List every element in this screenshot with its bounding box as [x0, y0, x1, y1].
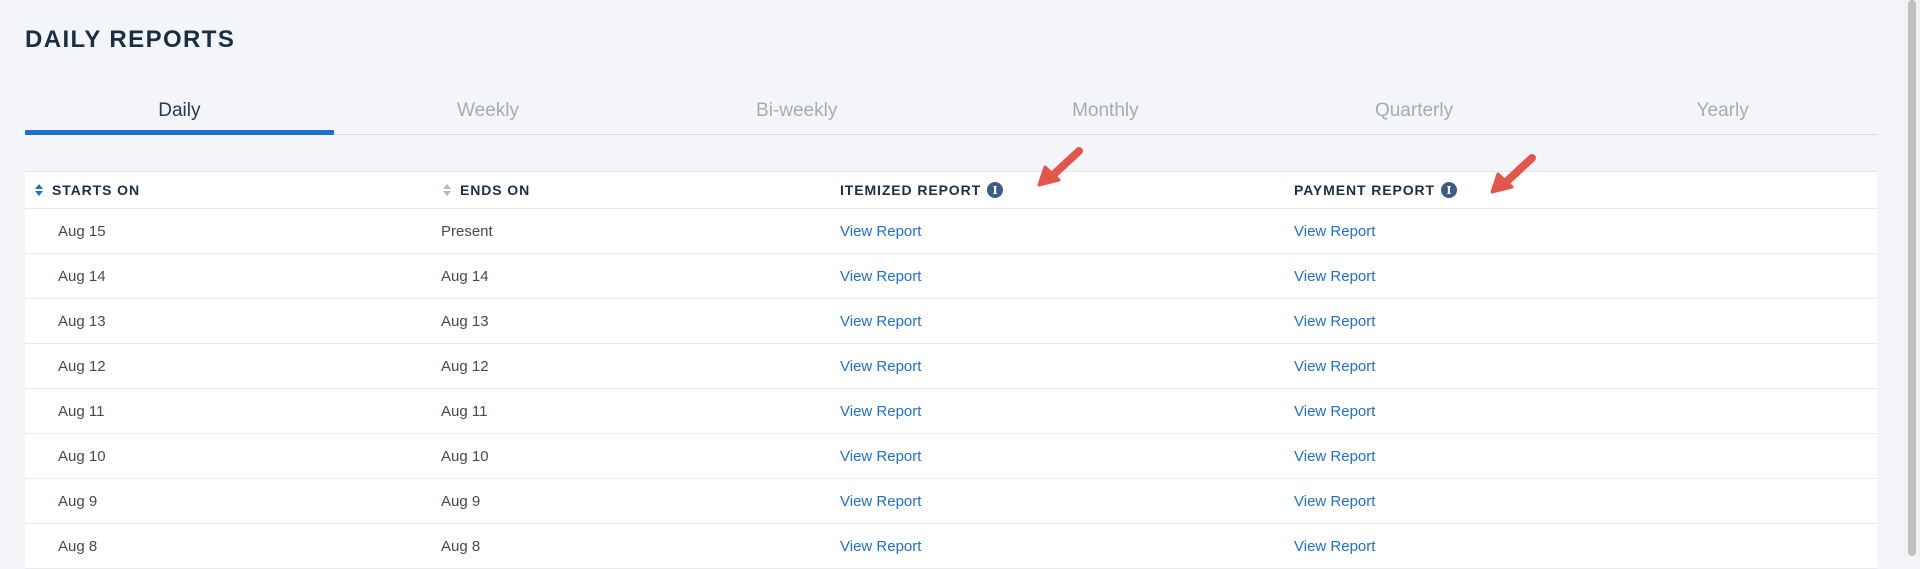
- table-row: Aug 11 Aug 11 View Report View Report: [25, 389, 1877, 434]
- table-row: Aug 15 Present View Report View Report: [25, 209, 1877, 254]
- sort-icon[interactable]: [33, 182, 45, 198]
- starts-on-cell: Aug 14: [58, 267, 106, 285]
- table-row: Aug 9 Aug 9 View Report View Report: [25, 479, 1877, 524]
- ends-on-header-label: ENDS ON: [460, 182, 531, 198]
- itemized-report-header-label: ITEMIZED REPORT: [840, 182, 982, 198]
- starts-on-cell: Aug 13: [58, 312, 106, 330]
- sort-icon[interactable]: [441, 182, 453, 198]
- table-row: Aug 12 Aug 12 View Report View Report: [25, 344, 1877, 389]
- itemized-report-link[interactable]: View Report: [840, 538, 921, 555]
- starts-on-cell: Aug 11: [58, 402, 105, 420]
- info-icon[interactable]: i: [987, 182, 1004, 198]
- ends-on-cell: Aug 11: [441, 402, 488, 420]
- starts-on-cell: Aug 15: [58, 222, 106, 240]
- payment-report-header-label: PAYMENT REPORT: [1294, 182, 1435, 198]
- table-row: Aug 13 Aug 13 View Report View Report: [25, 299, 1877, 344]
- info-icon[interactable]: i: [1440, 182, 1457, 198]
- scrollbar-thumb[interactable]: [1908, 0, 1916, 556]
- itemized-report-link[interactable]: View Report: [840, 313, 921, 330]
- starts-on-cell: Aug 12: [58, 357, 106, 375]
- starts-on-header[interactable]: STARTS ON: [25, 172, 441, 208]
- itemized-report-link[interactable]: View Report: [840, 223, 921, 240]
- itemized-report-link[interactable]: View Report: [840, 403, 921, 420]
- tab-daily[interactable]: Daily: [25, 88, 334, 135]
- tab-quarterly[interactable]: Quarterly: [1260, 88, 1569, 134]
- itemized-report-link[interactable]: View Report: [840, 448, 921, 465]
- reports-table: STARTS ON ENDS ON ITEMIZED REPORT i PAYM…: [25, 171, 1877, 569]
- payment-report-link[interactable]: View Report: [1294, 538, 1375, 555]
- payment-report-link[interactable]: View Report: [1294, 448, 1375, 465]
- tab-yearly[interactable]: Yearly: [1568, 88, 1877, 134]
- payment-report-link[interactable]: View Report: [1294, 358, 1375, 375]
- itemized-report-header: ITEMIZED REPORT i: [840, 172, 1294, 208]
- itemized-report-link[interactable]: View Report: [840, 268, 921, 285]
- payment-report-link[interactable]: View Report: [1294, 313, 1375, 330]
- table-header-row: STARTS ON ENDS ON ITEMIZED REPORT i PAYM…: [25, 172, 1877, 209]
- table-row: Aug 14 Aug 14 View Report View Report: [25, 254, 1877, 299]
- payment-report-header: PAYMENT REPORT i: [1294, 172, 1877, 208]
- itemized-report-link[interactable]: View Report: [840, 358, 921, 375]
- ends-on-cell: Aug 10: [441, 447, 489, 465]
- ends-on-cell: Present: [441, 222, 493, 240]
- vertical-scrollbar[interactable]: [1903, 0, 1920, 556]
- ends-on-cell: Aug 14: [441, 267, 489, 285]
- ends-on-cell: Aug 9: [441, 492, 481, 510]
- tab-weekly[interactable]: Weekly: [334, 88, 643, 134]
- page-title: DAILY REPORTS: [25, 26, 236, 53]
- payment-report-link[interactable]: View Report: [1294, 223, 1375, 240]
- tab-bi-weekly[interactable]: Bi-weekly: [642, 88, 951, 134]
- ends-on-cell: Aug 13: [441, 312, 489, 330]
- payment-report-link[interactable]: View Report: [1294, 493, 1375, 510]
- table-row: Aug 10 Aug 10 View Report View Report: [25, 434, 1877, 479]
- starts-on-cell: Aug 8: [58, 537, 98, 555]
- tab-monthly[interactable]: Monthly: [951, 88, 1260, 134]
- ends-on-header[interactable]: ENDS ON: [411, 172, 810, 208]
- starts-on-cell: Aug 10: [58, 447, 106, 465]
- starts-on-cell: Aug 9: [58, 492, 98, 510]
- itemized-report-link[interactable]: View Report: [840, 493, 921, 510]
- report-period-tabs: Daily Weekly Bi-weekly Monthly Quarterly…: [25, 88, 1877, 135]
- table-row: Aug 8 Aug 8 View Report View Report: [25, 524, 1877, 569]
- ends-on-cell: Aug 12: [441, 357, 489, 375]
- payment-report-link[interactable]: View Report: [1294, 268, 1375, 285]
- starts-on-header-label: STARTS ON: [52, 182, 140, 198]
- payment-report-link[interactable]: View Report: [1294, 403, 1375, 420]
- ends-on-cell: Aug 8: [441, 537, 481, 555]
